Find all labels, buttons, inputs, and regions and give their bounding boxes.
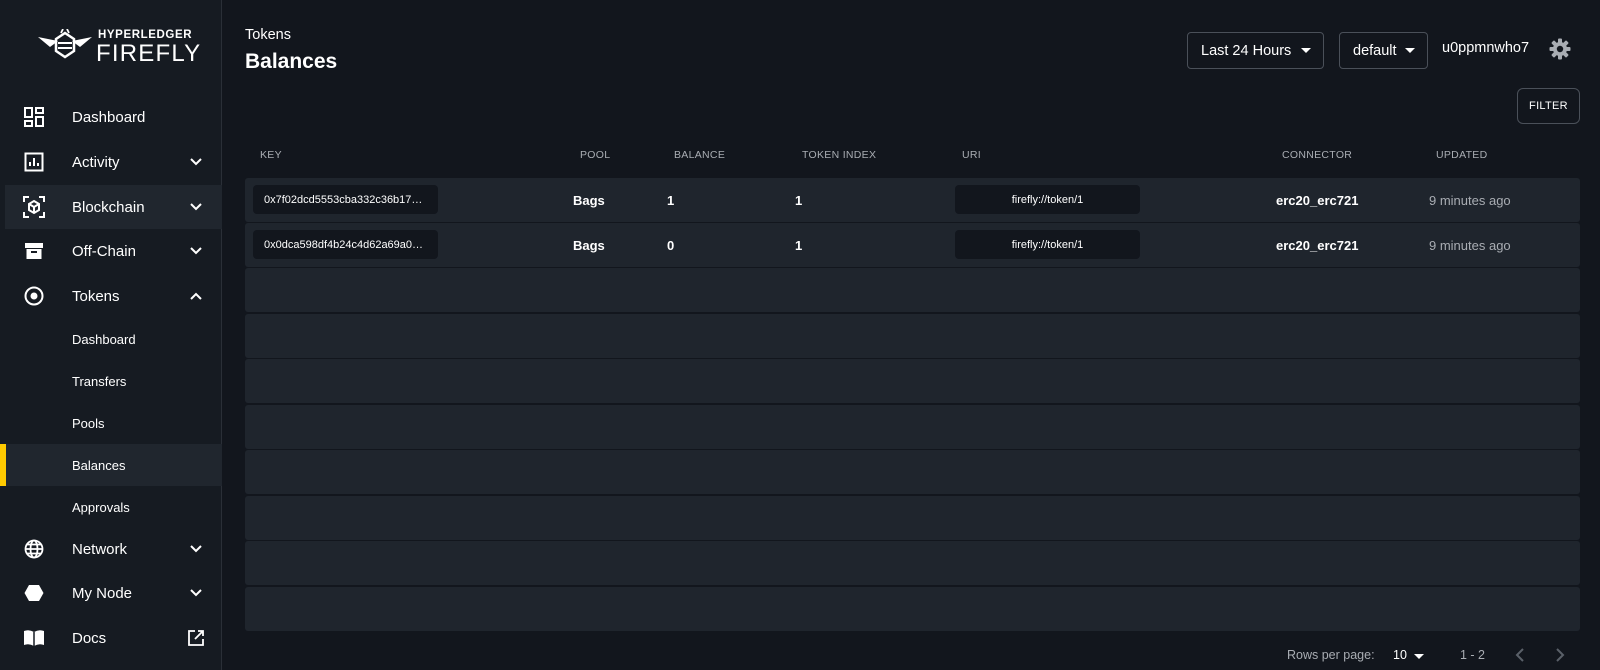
chevron-up-icon[interactable]	[186, 286, 206, 306]
chevron-down-icon[interactable]	[186, 539, 206, 559]
column-header-pool[interactable]: POOL	[580, 149, 610, 161]
dropdown-caret-icon	[1405, 48, 1415, 53]
balance-cell: 0	[667, 237, 675, 253]
table-row[interactable]: 0x0dca598df4b24c4d62a69a0… Bags 0 1 fire…	[245, 223, 1580, 267]
connector-cell: erc20_erc721	[1276, 237, 1359, 253]
sidebar-item-activity[interactable]: Activity	[5, 140, 222, 184]
brand-line-2: FIREFLY	[96, 40, 202, 67]
dropdown-caret-icon	[1301, 48, 1311, 53]
sidebar-item-label: Network	[72, 540, 128, 558]
firefly-logo[interactable]: HYPERLEDGER FIREFLY	[36, 27, 200, 69]
sidebar-subitem-transfers[interactable]: Transfers	[0, 360, 222, 402]
next-page-icon[interactable]	[1550, 646, 1568, 664]
book-icon	[22, 626, 46, 650]
gear-icon[interactable]	[1549, 38, 1571, 60]
sidebar-item-label: My Node	[72, 584, 133, 602]
pagination-range: 1 - 2	[1460, 648, 1486, 662]
dropdown-caret-icon[interactable]	[1414, 654, 1424, 659]
sidebar-subitem-label: Balances	[72, 457, 126, 473]
sidebar-item-off-chain[interactable]: Off-Chain	[5, 229, 222, 273]
column-header-uri[interactable]: URI	[962, 149, 981, 161]
sidebar-item-label: Docs	[72, 629, 107, 647]
sidebar-item-blockchain[interactable]: Blockchain	[5, 185, 222, 229]
sidebar-item-network[interactable]: Network	[5, 527, 222, 571]
updated-cell: 9 minutes ago	[1429, 237, 1511, 253]
pool-cell: Bags	[573, 192, 605, 208]
chevron-down-icon[interactable]	[186, 197, 206, 217]
token-index-cell: 1	[795, 192, 803, 208]
time-range-value: Last 24 Hours	[1201, 42, 1292, 59]
chevron-down-icon[interactable]	[186, 241, 206, 261]
sidebar-subitem-label: Approvals	[72, 499, 130, 515]
sidebar-item-label: Activity	[72, 153, 120, 171]
updated-cell: 9 minutes ago	[1429, 192, 1511, 208]
table-row[interactable]: 0x7f02dcd5553cba332c36b17… Bags 1 1 fire…	[245, 178, 1580, 222]
key-chip[interactable]: 0x0dca598df4b24c4d62a69a0…	[253, 230, 438, 259]
chevron-down-icon[interactable]	[186, 583, 206, 603]
archive-box-icon	[22, 239, 46, 263]
empty-table-row	[245, 587, 1580, 631]
token-index-cell: 1	[795, 237, 803, 253]
sidebar-item-label: Tokens	[72, 287, 120, 305]
sidebar-subitem-balances[interactable]: Balances	[0, 444, 222, 486]
sidebar-item-my-node[interactable]: My Node	[5, 571, 222, 615]
column-header-token-index[interactable]: TOKEN INDEX	[802, 149, 876, 161]
empty-table-row	[245, 541, 1580, 585]
namespace-select[interactable]: default	[1339, 32, 1428, 69]
empty-table-row	[245, 359, 1580, 403]
time-range-select[interactable]: Last 24 Hours	[1187, 32, 1324, 69]
sidebar-subitem-pools[interactable]: Pools	[0, 402, 222, 444]
rows-per-page-select[interactable]: 10	[1393, 648, 1407, 662]
sidebar-item-docs[interactable]: Docs	[5, 616, 222, 660]
balance-cell: 1	[667, 192, 675, 208]
empty-table-row	[245, 405, 1580, 449]
firefly-bee-icon	[38, 29, 92, 59]
column-header-updated[interactable]: UPDATED	[1436, 149, 1488, 161]
sidebar-item-label: Dashboard	[72, 108, 146, 126]
sidebar-subitem-token-dashboard[interactable]: Dashboard	[0, 318, 222, 360]
external-link-icon[interactable]	[186, 628, 206, 648]
rows-per-page-label: Rows per page:	[1287, 648, 1375, 662]
empty-table-row	[245, 268, 1580, 312]
namespace-value: default	[1353, 42, 1397, 59]
page-title: Balances	[245, 50, 338, 73]
sidebar-subitem-label: Transfers	[72, 373, 127, 389]
globe-icon	[22, 537, 46, 561]
empty-table-row	[245, 496, 1580, 540]
column-header-balance[interactable]: BALANCE	[674, 149, 725, 161]
chevron-down-icon[interactable]	[186, 152, 206, 172]
breadcrumb[interactable]: Tokens	[245, 27, 291, 43]
activity-chart-icon	[22, 150, 46, 174]
sidebar-subitem-label: Pools	[72, 415, 105, 431]
sidebar-item-dashboard[interactable]: Dashboard	[5, 95, 222, 139]
connector-cell: erc20_erc721	[1276, 192, 1359, 208]
sidebar-item-label: Off-Chain	[72, 242, 136, 260]
previous-page-icon[interactable]	[1512, 646, 1530, 664]
user-name: u0ppmnwho7	[1442, 40, 1530, 56]
column-header-connector[interactable]: CONNECTOR	[1282, 149, 1352, 161]
pool-cell: Bags	[573, 237, 605, 253]
key-chip[interactable]: 0x7f02dcd5553cba332c36b17…	[253, 185, 438, 214]
blockchain-cube-icon	[22, 195, 46, 219]
sidebar-subitem-approvals[interactable]: Approvals	[0, 486, 222, 528]
sidebar-item-label: Blockchain	[72, 198, 145, 216]
filter-button[interactable]: FILTER	[1517, 88, 1580, 124]
hexagon-node-icon	[22, 581, 46, 605]
token-circle-icon	[22, 284, 46, 308]
empty-table-row	[245, 450, 1580, 494]
uri-chip[interactable]: firefly://token/1	[955, 230, 1140, 259]
sidebar-item-tokens[interactable]: Tokens	[5, 274, 222, 318]
sidebar-subitem-label: Dashboard	[72, 331, 136, 347]
column-header-key[interactable]: KEY	[260, 149, 282, 161]
uri-chip[interactable]: firefly://token/1	[955, 185, 1140, 214]
dashboard-icon	[22, 105, 46, 129]
empty-table-row	[245, 314, 1580, 358]
sidebar: HYPERLEDGER FIREFLY Dashboard Activity B…	[0, 0, 222, 670]
